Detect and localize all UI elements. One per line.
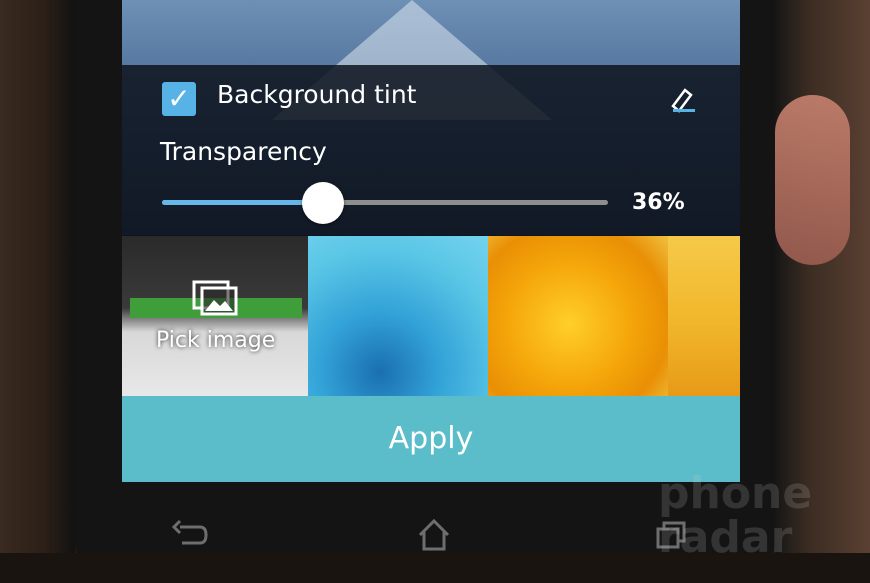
transparency-slider-thumb[interactable] [301, 182, 344, 224]
transparency-value: 36% [632, 190, 685, 215]
back-icon[interactable] [170, 515, 210, 555]
wallpaper-thumbnail-rope[interactable] [488, 236, 668, 396]
wallpaper-thumbnail-sunset[interactable] [668, 236, 740, 396]
edit-color-icon[interactable] [667, 84, 697, 114]
wallpaper-thumbnails: Pick image [122, 236, 740, 396]
apply-button[interactable]: Apply [122, 396, 740, 482]
wallpaper-thumbnail-water[interactable] [308, 236, 488, 396]
pick-image-label: Pick image [156, 328, 276, 353]
finger [775, 95, 850, 265]
watermark-line-1: phone [658, 468, 813, 519]
watermark-line-2: radar [658, 512, 793, 563]
gallery-icon [192, 280, 238, 316]
transparency-label: Transparency [160, 137, 327, 166]
background-tint-checkbox[interactable]: ✓ [162, 82, 196, 116]
photo-background-left [0, 0, 75, 583]
background-tint-label: Background tint [217, 80, 417, 109]
home-icon[interactable] [414, 515, 454, 555]
phone-screen: ✓ Background tint Transparency 36% Pick … [122, 0, 740, 482]
transparency-slider-fill [162, 200, 323, 205]
pick-image-tile[interactable]: Pick image [122, 236, 308, 396]
watermark: phone radar [658, 472, 812, 560]
transparency-slider[interactable] [162, 182, 608, 224]
